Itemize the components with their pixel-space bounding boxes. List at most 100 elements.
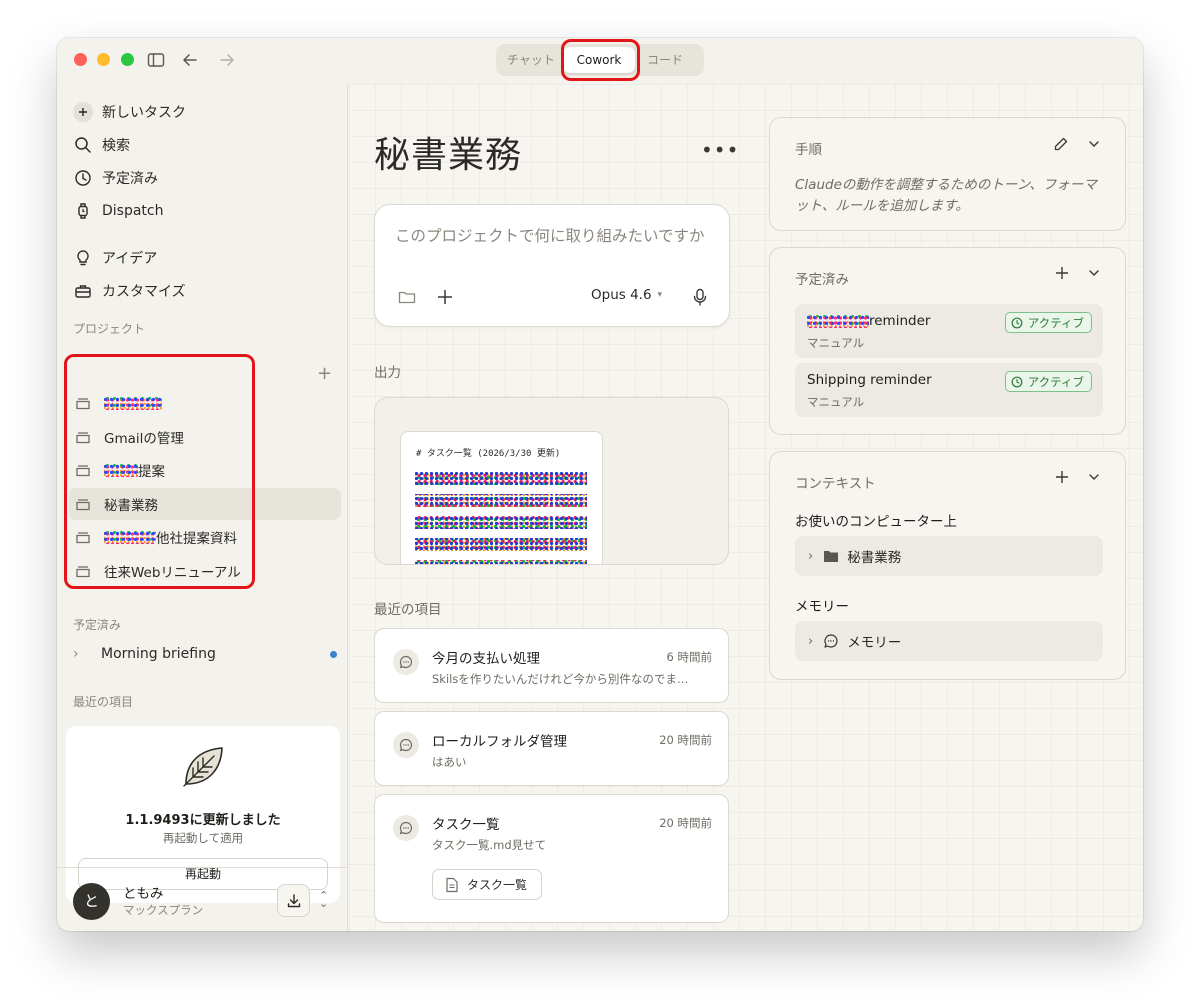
chevron-down-icon[interactable] [1087, 266, 1101, 280]
plus-icon [73, 102, 93, 122]
memory-section-label: メモリー [795, 599, 849, 615]
recent-item-card[interactable]: 今月の支払い処理 6 時間前 Skilsを作りたいんだけれど今から別件なのでま… [374, 628, 729, 703]
chevron-updown-icon[interactable]: ⌃ ⌄ [319, 890, 328, 909]
sidebar-item-scheduled[interactable]: 予定済み [73, 165, 158, 191]
chevron-right-icon: › [808, 633, 814, 649]
title-bar: チャット Cowork コード [57, 38, 1143, 84]
main-content: 秘書業務 ••• Opus 4.6 ▾ 出力 # タスク一覧 (2026/3/3… [349, 84, 1143, 931]
clock-icon [1011, 376, 1023, 387]
forward-arrow-icon[interactable] [218, 51, 236, 69]
sidebar-item-label: Dispatch [102, 203, 164, 219]
context-folder-label: 秘書業務 [847, 550, 902, 566]
page-title: 秘書業務 [374, 135, 523, 176]
plus-icon[interactable] [1055, 266, 1069, 280]
tab-code[interactable]: コード [635, 47, 695, 73]
output-card[interactable]: # タスク一覧 (2026/3/30 更新) [374, 397, 729, 565]
user-name: ともみ [123, 886, 164, 902]
chat-bubble-icon [393, 649, 419, 675]
recent-item-card[interactable]: タスク一覧 20 時間前 タスク一覧.md見せて タスク一覧 [374, 794, 729, 923]
back-arrow-icon[interactable] [181, 51, 199, 69]
add-project-button[interactable]: + [317, 365, 332, 383]
scheduled-panel: 予定済み reminder マニュアル アクティブ Shipping remin… [769, 247, 1126, 435]
recent-item-preview: はあい [432, 755, 467, 769]
context-folder-row[interactable]: › 秘書業務 [795, 536, 1103, 576]
recent-item-time: 6 時間前 [666, 650, 712, 664]
scheduled-task-name: reminder [869, 313, 931, 329]
pencil-icon[interactable] [1053, 136, 1069, 152]
clock-icon [1011, 317, 1023, 328]
plus-icon[interactable] [1055, 470, 1069, 484]
watch-icon [73, 201, 93, 221]
app-window: チャット Cowork コード 新しいタスク 検索 予定済み Dispatch … [57, 38, 1143, 931]
sidebar-item-ideas[interactable]: アイデア [73, 245, 157, 271]
recent-items-label: 最近の項目 [374, 602, 442, 618]
scheduled-panel-title: 予定済み [795, 272, 849, 288]
project-prompt-input[interactable] [395, 227, 717, 245]
context-panel: コンテキスト お使いのコンピューター上 › 秘書業務 メモリー › メモリー [769, 451, 1126, 680]
download-button[interactable] [277, 884, 310, 917]
chat-bubble-icon [393, 732, 419, 758]
toolbox-icon [73, 281, 93, 301]
instructions-title: 手順 [795, 142, 822, 158]
composer: Opus 4.6 ▾ [374, 204, 730, 327]
user-profile-row[interactable]: と ともみ マックスプラン ⌃ ⌄ [57, 867, 348, 931]
instructions-panel: 手順 Claudeの動作を調整するためのトーン、フォーマット、ルールを追加します… [769, 117, 1126, 231]
recent-item-time: 20 時間前 [659, 733, 712, 747]
chevron-right-icon: › [73, 646, 79, 662]
memory-item-label: メモリー [847, 635, 902, 651]
document-icon [446, 877, 458, 892]
scheduled-item-label: Morning briefing [101, 646, 216, 662]
recent-item-card[interactable]: ローカルフォルダ管理 20 時間前 はあい [374, 711, 729, 786]
recent-item-title: 今月の支払い処理 [432, 651, 540, 667]
sidebar-item-label: 新しいタスク [102, 105, 186, 121]
attachment-label: タスク一覧 [467, 878, 528, 892]
chat-bubble-icon [824, 634, 838, 648]
chevron-down-icon[interactable] [1087, 137, 1101, 151]
download-icon [287, 893, 300, 907]
attachment-chip[interactable]: タスク一覧 [432, 869, 543, 900]
search-icon [73, 135, 93, 155]
chevron-down-icon[interactable] [1087, 470, 1101, 484]
scheduled-task-card[interactable]: Shipping reminder マニュアル アクティブ [795, 363, 1103, 417]
sidebar-item-customize[interactable]: カスタマイズ [73, 278, 186, 304]
zoom-window-button[interactable] [121, 53, 134, 66]
tab-chat[interactable]: チャット [499, 47, 563, 73]
recent-item-time: 20 時間前 [659, 816, 712, 830]
recent-item-preview: Skilsを作りたいんだけれど今から別件なのでま… [432, 672, 689, 686]
recent-section-label: 最近の項目 [73, 695, 134, 709]
leaf-icon [183, 747, 223, 787]
lightbulb-icon [73, 248, 93, 268]
avatar: と [73, 883, 110, 920]
sidebar-item-new-task[interactable]: 新しいタスク [73, 99, 186, 125]
scheduled-item-morning-briefing[interactable]: › Morning briefing [73, 639, 341, 669]
sidebar-item-dispatch[interactable]: Dispatch [73, 198, 164, 224]
plus-icon[interactable] [435, 287, 455, 307]
annotation-highlight-cowork [561, 39, 640, 81]
scheduled-task-card[interactable]: reminder マニュアル アクティブ [795, 304, 1103, 358]
minimize-window-button[interactable] [97, 53, 110, 66]
projects-section-label: プロジェクト [73, 322, 146, 336]
chat-bubble-icon [393, 815, 419, 841]
microphone-icon[interactable] [690, 287, 710, 307]
output-section-label: 出力 [374, 365, 401, 381]
close-window-button[interactable] [74, 53, 87, 66]
instructions-description: Claudeの動作を調整するためのトーン、フォーマット、ルールを追加します。 [795, 177, 1097, 214]
computer-context-label: お使いのコンピューター上 [795, 514, 957, 530]
sidebar-toggle-icon[interactable] [147, 51, 165, 69]
status-badge: アクティブ [1004, 312, 1092, 333]
sidebar-item-search[interactable]: 検索 [73, 132, 130, 158]
status-label: アクティブ [1027, 315, 1084, 330]
more-options-icon[interactable]: ••• [701, 138, 739, 162]
model-selector[interactable]: Opus 4.6 ▾ [591, 287, 662, 303]
unread-dot [330, 651, 337, 658]
redacted-text [807, 314, 869, 328]
scheduled-section-label: 予定済み [73, 618, 122, 632]
sidebar-item-label: カスタマイズ [102, 284, 186, 300]
annotation-highlight-projects [64, 354, 255, 589]
chevron-right-icon: › [808, 548, 814, 564]
redacted-document-body [415, 472, 587, 564]
user-plan: マックスプラン [123, 903, 204, 917]
folder-icon[interactable] [397, 287, 417, 307]
memory-row[interactable]: › メモリー [795, 621, 1103, 661]
scheduled-task-name: Shipping reminder [807, 372, 932, 388]
